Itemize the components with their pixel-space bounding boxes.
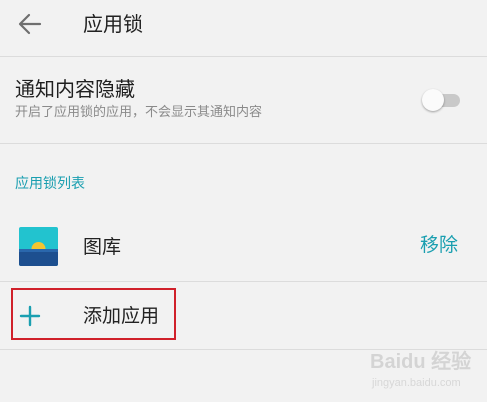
setting-description: 开启了应用锁的应用，不会显示其通知内容 — [15, 105, 263, 120]
baidu-watermark: Baidu 经验 jingyan.baidu.com — [370, 350, 482, 398]
back-button[interactable] — [14, 10, 46, 38]
notification-hide-setting[interactable]: 通知内容隐藏 开启了应用锁的应用，不会显示其通知内容 — [0, 61, 487, 140]
notification-hide-toggle[interactable] — [422, 89, 462, 111]
highlight-annotation — [11, 288, 176, 340]
setting-title: 通知内容隐藏 — [15, 77, 135, 101]
app-name: 图库 — [83, 236, 122, 258]
remove-button[interactable]: 移除 — [420, 232, 458, 258]
watermark-brand: Baidu 经验 — [370, 351, 472, 373]
watermark-url: jingyan.baidu.com — [372, 377, 461, 389]
section-header-app-lock-list: 应用锁列表 — [15, 176, 85, 192]
setting-divider — [0, 143, 487, 144]
header-divider — [0, 56, 487, 57]
back-arrow-icon — [18, 13, 42, 35]
app-list-item: 图库 移除 — [0, 215, 487, 279]
app-bar: 应用锁 — [0, 0, 487, 52]
page-title: 应用锁 — [83, 12, 143, 36]
toggle-thumb — [422, 89, 444, 111]
gallery-app-icon — [19, 227, 58, 266]
